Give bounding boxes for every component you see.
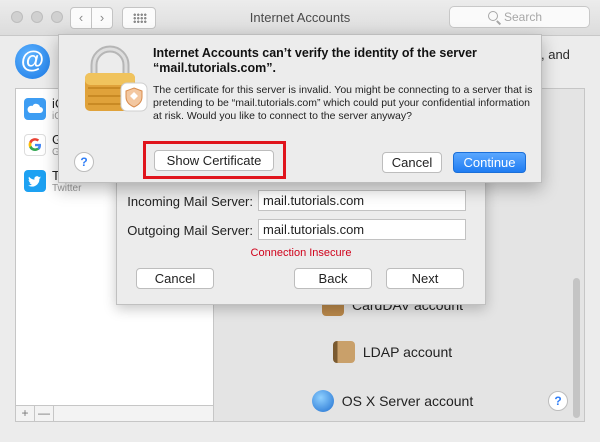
twitter-icon [24, 170, 46, 192]
account-setup-sheet: Incoming Mail Server: Outgoing Mail Serv… [116, 170, 486, 305]
show-all-button[interactable] [122, 7, 156, 29]
lock-icon [80, 43, 150, 115]
chevron-right-icon: › [99, 10, 105, 25]
incoming-server-label: Incoming Mail Server: [127, 194, 253, 209]
incoming-server-row: Incoming Mail Server: [117, 190, 485, 212]
help-button[interactable]: ? [548, 391, 568, 411]
incoming-server-input[interactable] [258, 190, 466, 211]
provider-label: OS X Server account [341, 393, 474, 409]
next-button[interactable]: Next [386, 268, 464, 289]
connection-status: Connection Insecure [250, 247, 352, 259]
window-title: Internet Accounts [249, 10, 351, 25]
forward-nav-button[interactable]: › [91, 7, 113, 29]
alert-cancel-button[interactable]: Cancel [382, 152, 442, 173]
google-icon [24, 134, 46, 156]
outgoing-server-row: Outgoing Mail Server: [117, 219, 485, 241]
internet-accounts-icon: @ [15, 44, 50, 79]
provider-osx-server[interactable]: OS X Server account [214, 378, 571, 424]
outgoing-server-input[interactable] [258, 219, 466, 240]
search-placeholder: Search [504, 10, 543, 24]
minimize-window-button[interactable] [31, 11, 43, 23]
outgoing-server-label: Outgoing Mail Server: [127, 223, 253, 238]
search-icon [488, 11, 498, 21]
icloud-icon [24, 98, 46, 120]
osx-server-icon [311, 390, 334, 412]
cancel-button[interactable]: Cancel [136, 268, 214, 289]
alert-title-line: “mail.tutorials.com”. [153, 61, 276, 75]
provider-ldap[interactable]: LDAP account [214, 329, 571, 375]
grid-icon [133, 13, 147, 23]
back-button[interactable]: Back [294, 268, 372, 289]
show-certificate-button[interactable]: Show Certificate [154, 150, 274, 171]
alert-help-button[interactable]: ? [74, 152, 94, 172]
add-account-button[interactable]: + [16, 406, 35, 421]
chevron-left-icon: ‹ [78, 10, 84, 25]
provider-label: LDAP account [362, 344, 453, 360]
account-type: Twitter [52, 183, 82, 194]
highlight-box: Show Certificate [143, 141, 286, 179]
title-bar: ‹ › Internet Accounts Search [0, 0, 600, 36]
certificate-alert-dialog: Internet Accounts can’t verify the ident… [58, 34, 542, 183]
ldap-icon [332, 341, 355, 363]
alert-title: Internet Accounts can’t verify the ident… [153, 46, 533, 76]
remove-account-button[interactable]: — [35, 406, 54, 421]
continue-button[interactable]: Continue [453, 152, 526, 173]
intro-text: , and [541, 47, 570, 62]
close-window-button[interactable] [11, 11, 23, 23]
back-nav-button[interactable]: ‹ [70, 7, 92, 29]
scrollbar-thumb[interactable] [573, 278, 580, 418]
zoom-window-button[interactable] [51, 11, 63, 23]
sidebar-toolbar: + — [15, 405, 214, 422]
alert-title-line: Internet Accounts can’t verify the ident… [153, 46, 477, 60]
alert-message: The certificate for this server is inval… [153, 84, 533, 122]
search-field[interactable]: Search [449, 6, 590, 28]
